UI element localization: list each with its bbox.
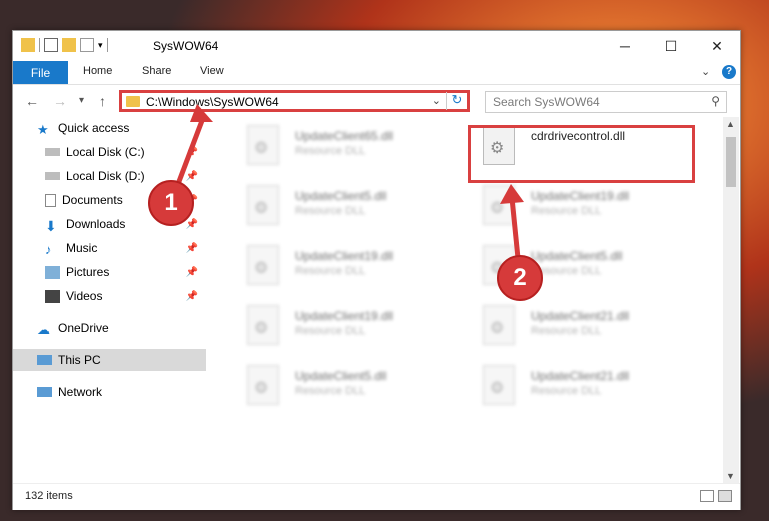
vertical-scrollbar[interactable]: ▲ ▼ bbox=[723, 117, 739, 483]
sidebar-item-this-pc[interactable]: This PC bbox=[13, 349, 206, 371]
address-bar[interactable]: C:\Windows\SysWOW64 ⌄ ↻ bbox=[119, 90, 470, 112]
pin-icon[interactable]: 📌 bbox=[186, 147, 198, 158]
details-view-icon[interactable] bbox=[700, 490, 714, 502]
search-placeholder: Search SysWOW64 bbox=[493, 95, 600, 109]
properties-icon[interactable] bbox=[44, 38, 58, 52]
network-icon bbox=[37, 387, 52, 397]
file-item[interactable]: ⚙ UpdateClient19.dll Resource DLL bbox=[235, 241, 435, 291]
new-folder-icon[interactable] bbox=[62, 38, 76, 52]
navigation-bar: ← → ▾ ↑ C:\Windows\SysWOW64 ⌄ ↻ Search S… bbox=[13, 85, 740, 117]
large-icons-view-icon[interactable] bbox=[718, 490, 732, 502]
search-input[interactable]: Search SysWOW64 ⚲ bbox=[485, 91, 727, 113]
address-dropdown-icon[interactable]: ⌄ bbox=[432, 94, 441, 107]
folder-icon bbox=[21, 38, 35, 52]
music-icon: ♪ bbox=[45, 241, 52, 257]
tab-view[interactable]: View bbox=[200, 65, 224, 77]
sidebar-item-network[interactable]: Network bbox=[13, 381, 206, 403]
dll-file-icon: ⚙ bbox=[483, 185, 515, 225]
expand-ribbon-icon[interactable]: ⌄ bbox=[701, 65, 710, 78]
sidebar-item-videos[interactable]: Videos 📌 bbox=[13, 285, 206, 307]
search-icon[interactable]: ⚲ bbox=[711, 94, 720, 108]
file-item[interactable]: ⚙ UpdateClient21.dll Resource DLL bbox=[471, 361, 671, 411]
scroll-up-icon[interactable]: ▲ bbox=[726, 119, 735, 129]
dll-file-icon: ⚙ bbox=[247, 245, 279, 285]
downloads-icon: ⬇ bbox=[45, 217, 57, 234]
file-item[interactable]: ⚙ UpdateClient19.dll Resource DLL bbox=[471, 181, 671, 231]
videos-icon bbox=[45, 289, 60, 303]
file-item[interactable]: ⚙ UpdateClient19.dll Resource DLL bbox=[235, 301, 435, 351]
maximize-button[interactable]: ☐ bbox=[648, 31, 694, 61]
dll-file-icon: ⚙ bbox=[247, 185, 279, 225]
sidebar-item-onedrive[interactable]: ☁ OneDrive bbox=[13, 317, 206, 339]
file-tab[interactable]: File bbox=[13, 61, 68, 84]
file-item[interactable]: ⚙ UpdateClient65.dll Resource DLL bbox=[235, 121, 435, 171]
documents-icon bbox=[45, 193, 56, 207]
customize-icon[interactable] bbox=[80, 38, 94, 52]
highlight-box-file bbox=[468, 125, 695, 183]
up-button[interactable]: ↑ bbox=[99, 93, 106, 109]
navigation-pane: ★ Quick access Local Disk (C:) 📌 Local D… bbox=[13, 117, 206, 483]
scroll-down-icon[interactable]: ▼ bbox=[726, 471, 735, 481]
pin-icon[interactable]: 📌 bbox=[186, 243, 198, 254]
step-marker-1: 1 bbox=[148, 180, 194, 226]
file-item[interactable]: ⚙ UpdateClient5.dll Resource DLL bbox=[235, 181, 435, 231]
drive-icon bbox=[45, 148, 60, 156]
step-marker-2: 2 bbox=[497, 255, 543, 301]
dll-file-icon: ⚙ bbox=[247, 125, 279, 165]
sidebar-item-quick-access[interactable]: ★ Quick access bbox=[13, 117, 206, 139]
pin-icon[interactable]: 📌 bbox=[186, 219, 198, 230]
item-count: 132 items bbox=[25, 490, 73, 502]
help-icon[interactable]: ? bbox=[722, 65, 736, 79]
quick-access-toolbar: ▾ bbox=[21, 38, 108, 52]
tab-share[interactable]: Share bbox=[142, 65, 171, 77]
ribbon-tabs: File Home Share View ⌄ ? bbox=[13, 61, 740, 85]
sidebar-item-pictures[interactable]: Pictures 📌 bbox=[13, 261, 206, 283]
file-item[interactable]: ⚙ UpdateClient21.dll Resource DLL bbox=[471, 301, 671, 351]
dll-file-icon: ⚙ bbox=[247, 305, 279, 345]
title-bar[interactable]: ▾ SysWOW64 ─ ☐ ✕ bbox=[13, 31, 740, 61]
window-title: SysWOW64 bbox=[153, 39, 219, 53]
dll-file-icon: ⚙ bbox=[483, 365, 515, 405]
view-toggle bbox=[700, 490, 732, 502]
drive-icon bbox=[45, 172, 60, 180]
address-path[interactable]: C:\Windows\SysWOW64 bbox=[146, 95, 279, 109]
file-explorer-window: ▾ SysWOW64 ─ ☐ ✕ File Home Share View ⌄ … bbox=[12, 30, 741, 510]
sidebar-item-local-disk-c[interactable]: Local Disk (C:) 📌 bbox=[13, 141, 206, 163]
pin-icon[interactable]: 📌 bbox=[186, 171, 198, 182]
star-icon: ★ bbox=[37, 121, 49, 137]
minimize-button[interactable]: ─ bbox=[602, 31, 648, 61]
pictures-icon bbox=[45, 265, 60, 279]
tab-home[interactable]: Home bbox=[83, 65, 112, 77]
dll-file-icon: ⚙ bbox=[483, 305, 515, 345]
computer-icon bbox=[37, 355, 52, 365]
close-button[interactable]: ✕ bbox=[694, 31, 740, 61]
sidebar-item-music[interactable]: ♪ Music 📌 bbox=[13, 237, 206, 259]
folder-icon bbox=[126, 96, 140, 107]
dll-file-icon: ⚙ bbox=[247, 365, 279, 405]
pin-icon[interactable]: 📌 bbox=[186, 267, 198, 278]
forward-button[interactable]: → bbox=[53, 93, 67, 109]
pin-icon[interactable]: 📌 bbox=[186, 291, 198, 302]
recent-locations-button[interactable]: ▾ bbox=[79, 95, 84, 106]
chevron-down-icon[interactable]: ▾ bbox=[98, 40, 103, 51]
status-bar: 132 items bbox=[13, 483, 740, 510]
back-button[interactable]: ← bbox=[25, 93, 39, 109]
cloud-icon: ☁ bbox=[37, 321, 50, 337]
scrollbar-thumb[interactable] bbox=[726, 137, 736, 187]
file-item[interactable]: ⚙ UpdateClient5.dll Resource DLL bbox=[235, 361, 435, 411]
refresh-button[interactable]: ↻ bbox=[446, 92, 467, 110]
